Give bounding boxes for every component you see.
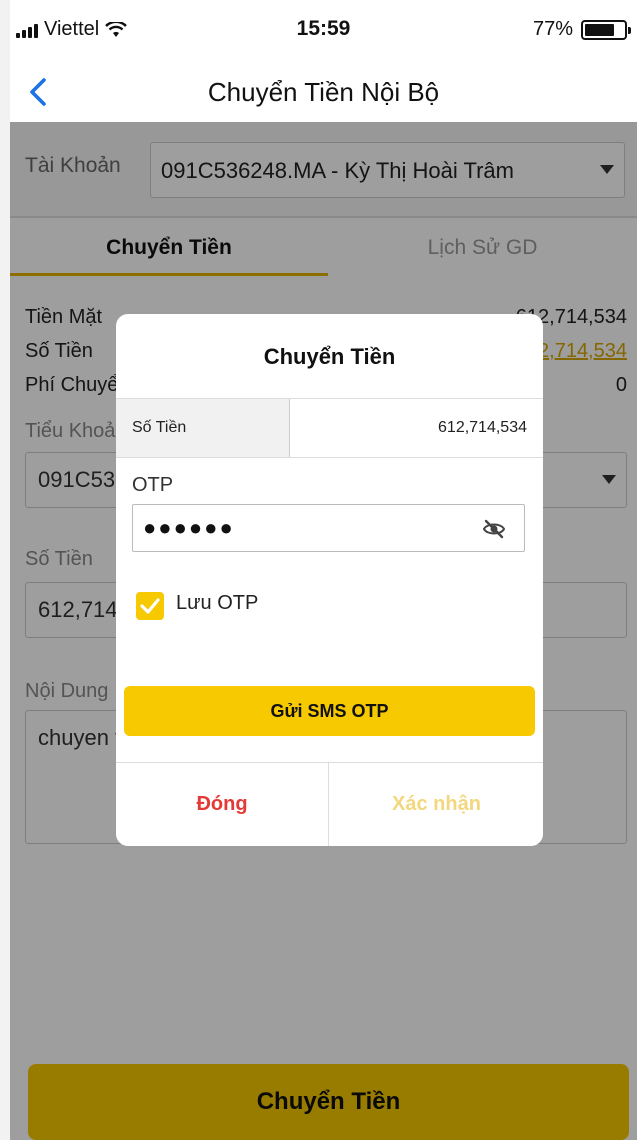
battery-percent: 77% <box>532 18 573 40</box>
otp-dialog: Chuyển Tiền Số Tiền 612,714,534 OTP ●●●●… <box>116 314 543 846</box>
page-title: Chuyển Tiền Nội Bộ <box>207 77 440 107</box>
confirm-button[interactable]: Xác nhận <box>330 763 543 846</box>
dialog-amount-row: Số Tiền 612,714,534 <box>116 398 543 458</box>
save-otp-label: Lưu OTP <box>176 592 259 614</box>
dialog-title: Chuyển Tiền <box>263 344 396 369</box>
close-button[interactable]: Đóng <box>116 763 329 846</box>
dialog-amount-label: Số Tiền <box>116 399 290 457</box>
otp-masked-value: ●●●●●● <box>143 515 235 540</box>
battery-icon <box>581 19 631 40</box>
nav-bar: Chuyển Tiền Nội Bộ <box>10 62 637 122</box>
send-sms-otp-button[interactable]: Gửi SMS OTP <box>124 686 535 736</box>
dialog-footer: Đóng Xác nhận <box>116 762 543 846</box>
battery-fill <box>585 23 615 36</box>
check-icon <box>140 598 160 614</box>
left-frame-edge <box>0 0 10 1140</box>
dialog-amount-value: 612,714,534 <box>438 419 527 436</box>
otp-input[interactable]: ●●●●●● <box>132 504 525 552</box>
status-right: 77% <box>532 18 631 41</box>
eye-off-icon[interactable] <box>482 517 506 541</box>
otp-label: OTP <box>132 474 174 496</box>
status-bar: Viettel 15:59 77% <box>10 0 637 62</box>
save-otp-checkbox[interactable] <box>136 592 164 620</box>
